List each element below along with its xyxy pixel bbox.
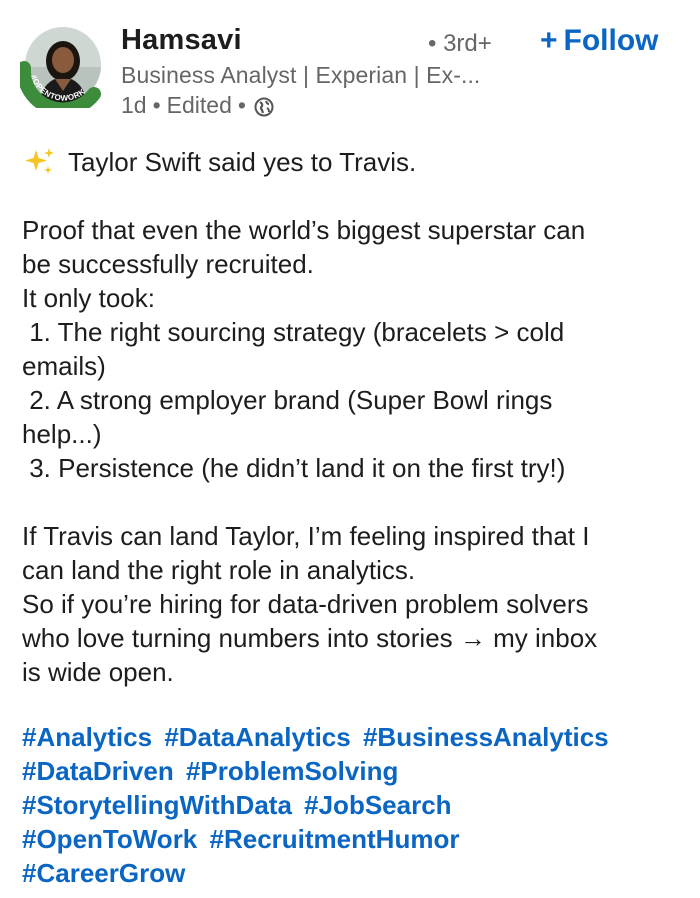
post-text: So if you’re hiring for data-driven prob…	[22, 589, 589, 619]
post-text: be successfully recruited.	[22, 249, 314, 279]
avatar[interactable]: #OPENTOWORK	[20, 22, 106, 108]
hashtag-link[interactable]: #OpenToWork	[22, 824, 197, 854]
post-text: It only took:	[22, 283, 155, 313]
sparkles-icon	[22, 147, 56, 177]
post-list-item: 2. A strong employer brand (Super Bowl r…	[22, 385, 553, 415]
globe-icon	[254, 96, 274, 116]
post-text: is wide open.	[22, 657, 174, 687]
post-opening-line: Taylor Swift said yes to Travis.	[22, 145, 682, 179]
hashtag-link[interactable]: #DataAnalytics	[164, 722, 350, 752]
plus-icon: +	[540, 24, 558, 57]
hashtag-row: #StorytellingWithData #JobSearch	[22, 788, 692, 822]
hashtag-link[interactable]: #BusinessAnalytics	[363, 722, 609, 752]
connection-degree: • 3rd+	[428, 30, 492, 57]
open-to-work-frame: #OPENTOWORK	[20, 61, 101, 108]
edited-label: Edited	[166, 92, 232, 118]
post-body: Taylor Swift said yes to Travis. Proof t…	[22, 145, 682, 689]
hashtag-link[interactable]: #JobSearch	[304, 790, 451, 820]
post-meta: 1d • Edited •	[121, 92, 274, 119]
post-text: Proof that even the world’s biggest supe…	[22, 215, 586, 245]
hashtag-link[interactable]: #ProblemSolving	[186, 756, 398, 786]
author-name[interactable]: Hamsavi	[121, 24, 242, 57]
post-list-item: 1. The right sourcing strategy (bracelet…	[22, 317, 565, 347]
hashtag-link[interactable]: #StorytellingWithData	[22, 790, 292, 820]
linkedin-post: #OPENTOWORK Hamsavi • 3rd+ + Follow Busin…	[0, 0, 700, 898]
follow-label: Follow	[563, 24, 659, 57]
post-text: who love turning numbers into stories → …	[22, 623, 598, 653]
follow-button[interactable]: + Follow	[540, 24, 659, 58]
post-text: If Travis can land Taylor, I’m feeling i…	[22, 521, 590, 551]
hashtag-list: #Analytics #DataAnalytics #BusinessAnaly…	[22, 720, 692, 890]
hashtag-row: #CareerGrow	[22, 856, 692, 890]
hashtag-link[interactable]: #Analytics	[22, 722, 152, 752]
post-list-item: emails)	[22, 351, 106, 381]
hashtag-link[interactable]: #DataDriven	[22, 756, 174, 786]
hashtag-row: #OpenToWork #RecruitmentHumor	[22, 822, 692, 856]
hashtag-row: #DataDriven #ProblemSolving	[22, 754, 692, 788]
meta-separator: •	[237, 92, 246, 118]
meta-separator: •	[152, 92, 161, 118]
hashtag-link[interactable]: #RecruitmentHumor	[210, 824, 460, 854]
hashtag-link[interactable]: #CareerGrow	[22, 858, 185, 888]
post-text: can land the right role in analytics.	[22, 555, 416, 585]
post-list-item: 3. Persistence (he didn’t land it on the…	[22, 453, 566, 483]
post-list-item: help...)	[22, 419, 102, 449]
hashtag-row: #Analytics #DataAnalytics #BusinessAnaly…	[22, 720, 692, 754]
post-time: 1d	[121, 92, 147, 118]
post-text: Taylor Swift said yes to Travis.	[68, 147, 417, 177]
author-headline: Business Analyst | Experian | Ex-...	[121, 62, 481, 88]
